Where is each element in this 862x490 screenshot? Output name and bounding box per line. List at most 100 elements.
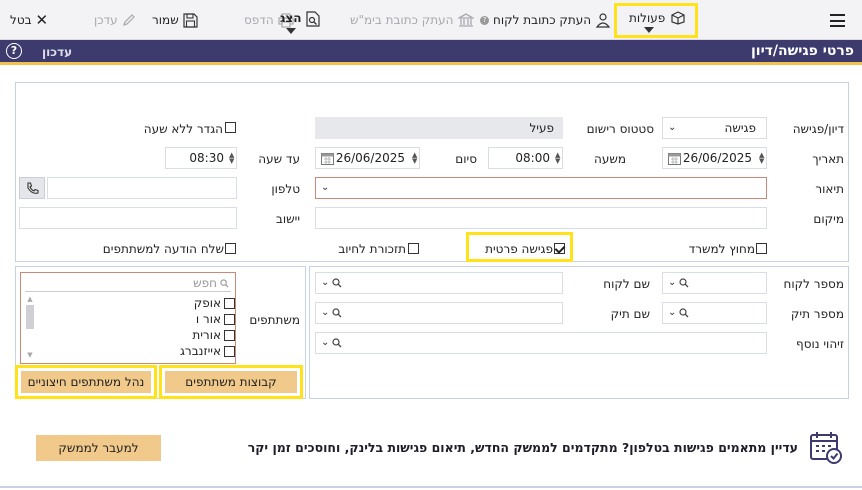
participants-search[interactable]: חפש [25, 275, 231, 292]
settlement-input[interactable] [19, 207, 237, 229]
to-time-label: עד שעה [258, 152, 300, 166]
copy-client-address-button[interactable]: העתק כתובת לקוח ? [480, 10, 611, 30]
chevron-down-icon: ⌄ [668, 122, 677, 133]
manage-external-participants-button[interactable]: נהל משתתפים חיצוניים [21, 371, 151, 393]
chevron-down-icon: ⌄ [668, 307, 677, 318]
case-number-input[interactable]: ⌄ [662, 302, 767, 324]
actions-button[interactable]: פעולות [614, 3, 698, 38]
list-item[interactable]: אורית [115, 327, 235, 343]
search-icon [332, 338, 342, 348]
phone-label: טלפון [271, 182, 300, 196]
spinner-icon: ▲ ▼ [759, 151, 765, 165]
end-date-input[interactable]: ▲ ▼ 26/06/2025 [315, 147, 420, 169]
all-day-label: הגדר ללא שעה [143, 122, 223, 136]
type-select[interactable]: פגישה ⌄ [662, 117, 767, 139]
participant-groups-button[interactable]: קבוצות משתתפים [165, 371, 297, 393]
send-notification-label: שלח הודעה למשתתפים [102, 242, 224, 256]
caret-down-icon [286, 28, 296, 34]
show-button[interactable]: הצג [280, 10, 324, 38]
cancel-button[interactable]: ✕ בטל [10, 10, 48, 30]
from-time-input[interactable]: ▲ ▼ 08:00 [488, 147, 563, 169]
participants-scrollbar[interactable]: ▲ ▼ [25, 295, 35, 361]
search-icon [679, 308, 689, 318]
chevron-down-icon: ⌄ [321, 307, 330, 318]
toolbar: פעולות העתק כתובת לקוח ? העתק כתובת בימ"… [0, 0, 862, 40]
list-item[interactable]: אור ו [115, 311, 235, 327]
search-icon [679, 278, 689, 288]
save-button[interactable]: שמור [152, 10, 198, 30]
private-meeting-label: פגישה פרטית [485, 242, 553, 256]
client-name-input[interactable]: ⌄ [315, 272, 563, 294]
settlement-label: יישוב [275, 212, 300, 226]
close-icon: ✕ [35, 11, 49, 29]
actions-label: פעולות [629, 11, 666, 25]
calendar-icon [321, 153, 334, 165]
extra-id-label: זיהוי נוסף [796, 337, 844, 351]
billing-reminder-checkbox[interactable] [408, 243, 419, 254]
promo-text: עדיין מתאמים פגישות בטלפון? מתקדמים לממש… [247, 440, 798, 455]
description-select[interactable]: ⌄ [315, 177, 767, 199]
phone-call-button[interactable] [19, 177, 45, 199]
copy-court-address-button[interactable]: העתק כתובת בימ"ש [350, 10, 474, 30]
case-name-input[interactable]: ⌄ [315, 302, 563, 324]
phone-input[interactable] [47, 177, 237, 199]
search-icon [332, 308, 342, 318]
copy-client-address-label: העתק כתובת לקוח [493, 13, 592, 27]
info-badge-icon: ? [480, 15, 489, 25]
meeting-details-panel [15, 82, 849, 262]
client-number-label: מספר לקוח [783, 277, 844, 291]
location-label: מיקום [813, 212, 844, 226]
client-number-input[interactable]: ⌄ [662, 272, 767, 294]
participant-checkbox[interactable] [224, 314, 235, 325]
from-time-label: משעה [593, 152, 626, 166]
search-icon [220, 279, 229, 288]
all-day-checkbox[interactable] [225, 122, 236, 133]
copy-court-address-label: העתק כתובת בימ"ש [350, 13, 454, 27]
participants-list[interactable]: חפש ▲ ▼ אופק אור ו אורית אייזנברג [20, 272, 236, 364]
chevron-down-icon: ⌄ [668, 277, 677, 288]
outside-office-checkbox[interactable] [756, 243, 767, 254]
extra-id-input[interactable]: ⌄ [315, 332, 767, 354]
calendar-check-icon [810, 432, 842, 464]
date-label: תאריך [812, 152, 844, 166]
send-notification-checkbox[interactable] [225, 243, 236, 254]
chevron-down-icon: ⌄ [321, 277, 330, 288]
outside-office-label: מחוץ למשרד [688, 242, 755, 256]
user-address-icon [595, 13, 611, 28]
to-time-input[interactable]: ▲ ▼ 08:30 [165, 147, 237, 169]
chevron-down-icon: ⌄ [321, 337, 330, 348]
go-to-new-interface-button[interactable]: למעבר לממשק [36, 435, 161, 461]
update-mode-label: עדכון [42, 45, 73, 59]
end-label: סיום [455, 152, 477, 166]
case-name-label: שם תיק [610, 307, 650, 321]
hamburger-icon[interactable] [830, 14, 845, 27]
search-icon [332, 278, 342, 288]
participant-checkbox[interactable] [224, 298, 235, 309]
list-item[interactable]: אופק [115, 295, 235, 311]
cancel-label: בטל [10, 13, 32, 27]
title-bar: פרטי פגישה/דיון עדכון ? [0, 40, 862, 65]
page-title: פרטי פגישה/דיון [750, 43, 854, 59]
phone-icon [27, 182, 39, 194]
pencil-icon [122, 14, 135, 26]
status-field: פעיל [315, 117, 563, 139]
location-input[interactable] [315, 207, 767, 229]
participants-search-placeholder: חפש [193, 276, 217, 290]
help-icon[interactable]: ? [6, 43, 22, 59]
participant-checkbox[interactable] [224, 346, 235, 357]
caret-down-icon [644, 27, 654, 33]
client-name-label: שם לקוח [603, 277, 650, 291]
preview-icon [306, 11, 320, 27]
update-button[interactable]: עדכן [94, 10, 136, 30]
participants-label: משתתפים [249, 313, 300, 327]
floppy-disk-icon [183, 12, 198, 28]
private-meeting-checkbox[interactable] [554, 243, 565, 254]
courthouse-icon [457, 12, 474, 27]
list-item[interactable]: אייזנברג [115, 343, 235, 359]
spinner-icon: ▲ ▼ [555, 151, 561, 165]
box-icon [671, 11, 685, 25]
date-input[interactable]: ▲ ▼ 26/06/2025 [662, 147, 767, 169]
participant-checkbox[interactable] [224, 330, 235, 341]
spinner-icon: ▲ ▼ [412, 151, 418, 165]
billing-reminder-label: תזכורת לחיוב [338, 242, 406, 256]
